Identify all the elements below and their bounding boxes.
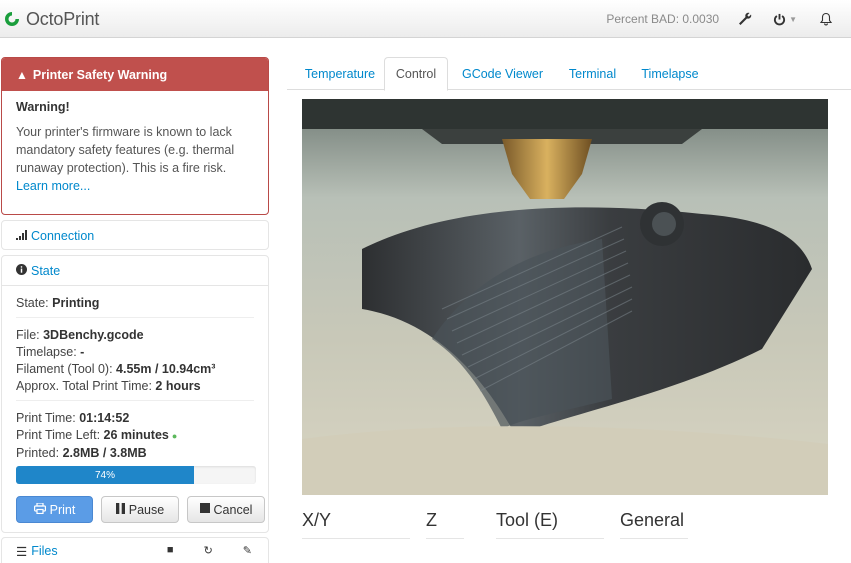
print-time-row: Print Time: 01:14:52: [16, 411, 130, 425]
warning-heading: Warning!: [16, 100, 70, 114]
print-button[interactable]: Print: [16, 496, 93, 523]
file-row: File: 3DBenchy.gcode: [16, 328, 144, 342]
webcam-stream: [302, 99, 828, 495]
progress-section: Print Time: 01:14:52 Print Time Left: 26…: [16, 401, 256, 484]
app-title: OctoPrint: [26, 8, 100, 29]
timelapse-row: Timelapse: -: [16, 345, 85, 359]
cancel-button-label: Cancel: [213, 502, 253, 517]
upload-icon[interactable]: ■: [167, 544, 174, 557]
time-left-row: Print Time Left: 26 minutes ●: [16, 428, 178, 442]
tool-extrusion-heading: Tool (E): [496, 510, 559, 530]
file-value: 3DBenchy.gcode: [43, 328, 144, 342]
estimate-status-dot-icon: ●: [171, 431, 178, 441]
top-navbar: OctoPrint Percent BAD: 0.0030 ▼: [0, 0, 851, 38]
stop-icon: [199, 503, 210, 516]
safety-warning-title: Printer Safety Warning: [32, 67, 168, 82]
state-row: State: Printing: [16, 296, 100, 310]
wrench-icon[interactable]: [737, 11, 753, 27]
cancel-button[interactable]: Cancel: [187, 496, 265, 523]
job-section: File: 3DBenchy.gcode Timelapse: - Filame…: [16, 318, 254, 401]
tab-timelapse[interactable]: Timelapse: [630, 57, 710, 90]
filament-value: 4.55m / 10.94cm³: [116, 362, 216, 376]
divider: [620, 538, 688, 539]
printer-icon: [33, 501, 46, 517]
list-icon: ☰: [16, 544, 28, 559]
chevron-down-icon: ▼: [789, 14, 797, 24]
print-time-value: 01:14:52: [79, 411, 130, 425]
tab-control[interactable]: Control: [384, 57, 448, 91]
tab-terminal[interactable]: Terminal: [555, 57, 630, 90]
progress-text: 74%: [94, 469, 115, 481]
safety-warning-panel: ▲ Printer Safety Warning Warning! Your p…: [1, 57, 269, 215]
connection-label: Connection: [31, 229, 95, 243]
info-icon: [16, 263, 27, 278]
xy-jog-heading: X/Y: [302, 510, 332, 530]
tab-gcode-viewer[interactable]: GCode Viewer: [450, 57, 555, 90]
wrench-small-icon[interactable]: ✎: [243, 544, 252, 557]
job-controls: Print Pause Cancel: [16, 496, 273, 523]
total-time-row: Approx. Total Print Time: 2 hours: [16, 379, 201, 393]
control-panel: X/Y Z Tool (E) General: [287, 90, 851, 563]
divider: [426, 538, 464, 539]
safety-warning-header[interactable]: ▲ Printer Safety Warning: [2, 58, 268, 91]
pause-icon: [115, 502, 125, 517]
learn-more-link[interactable]: Learn more...: [16, 179, 90, 193]
signal-icon: [16, 229, 27, 243]
state-section: State: Printing: [16, 286, 254, 318]
timelapse-value: -: [80, 345, 85, 359]
power-icon[interactable]: ▼: [773, 13, 797, 26]
pause-button-label: Pause: [128, 502, 165, 517]
pause-button[interactable]: Pause: [101, 496, 179, 523]
main-tabs: Temperature Control GCode Viewer Termina…: [287, 57, 851, 91]
warning-message: Your printer's firmware is known to lack…: [16, 125, 235, 175]
filament-row: Filament (Tool 0): 4.55m / 10.94cm³: [16, 362, 216, 376]
files-label: Files: [31, 544, 58, 558]
state-panel: State State: Printing File: 3DBenchy.gco…: [1, 255, 269, 533]
time-left-value: 26 minutes: [103, 428, 169, 442]
tab-temperature[interactable]: Temperature: [292, 57, 388, 90]
printed-row: Printed: 2.8MB / 3.8MB: [16, 446, 147, 460]
state-label: State: [31, 263, 61, 278]
print-button-label: Print: [49, 502, 76, 517]
connection-panel: Connection: [1, 220, 269, 250]
control-section-headers: X/Y Z Tool (E) General: [302, 510, 842, 540]
octoprint-logo-icon: [5, 12, 19, 26]
z-jog-heading: Z: [426, 510, 437, 530]
state-value: Printing: [52, 296, 100, 310]
divider: [302, 538, 410, 539]
state-header[interactable]: State: [2, 256, 268, 286]
brand[interactable]: OctoPrint: [4, 8, 99, 30]
divider: [496, 538, 604, 539]
files-panel: ☰ Files ■ ↻ ✎: [1, 537, 269, 563]
sidebar: ▲ Printer Safety Warning Warning! Your p…: [0, 57, 270, 563]
general-heading: General: [620, 510, 685, 530]
connection-header[interactable]: Connection: [2, 221, 268, 251]
warning-text: Your printer's firmware is known to lack…: [16, 123, 254, 195]
print-progress-bar: 74%: [16, 466, 256, 484]
printed-value: 2.8MB / 3.8MB: [62, 446, 147, 460]
warning-icon: ▲: [16, 67, 28, 82]
refresh-icon[interactable]: ↻: [204, 544, 213, 557]
percent-bad-readout: Percent BAD: 0.0030: [606, 12, 720, 26]
total-time-value: 2 hours: [155, 379, 201, 393]
bell-icon[interactable]: [819, 12, 833, 26]
